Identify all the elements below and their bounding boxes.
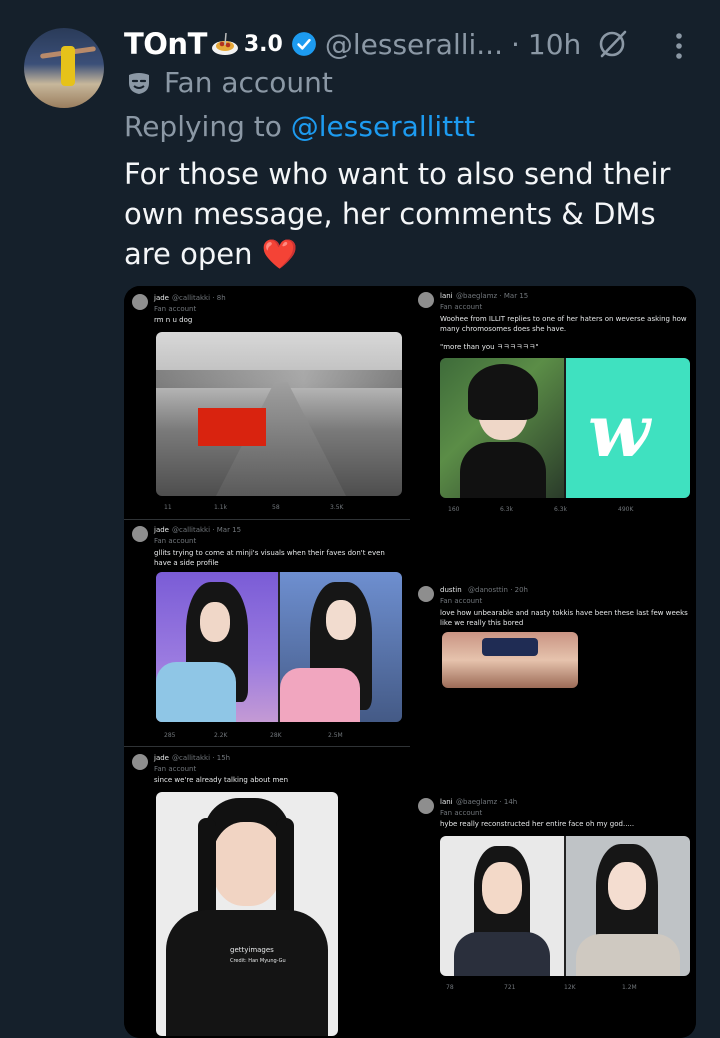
- embedded-name: jade: [154, 294, 169, 302]
- photo-person-right: [280, 572, 402, 722]
- embedded-photo-road: [156, 332, 402, 496]
- display-name[interactable]: TOnT: [124, 27, 207, 61]
- embedded-label: Fan account: [154, 765, 197, 773]
- photo-person-right: [566, 836, 690, 976]
- embedded-photo-pair: w: [440, 358, 690, 498]
- embedded-stat-views: 490K: [618, 506, 634, 513]
- embedded-stat-replies: 11: [164, 504, 172, 511]
- avatar-figure: [61, 46, 75, 86]
- embedded-text: hybe really reconstructed her entire fac…: [440, 820, 635, 828]
- embedded-name: jade: [154, 526, 169, 534]
- embedded-stat-likes: 6.3k: [554, 506, 568, 513]
- mask-icon: [129, 72, 149, 94]
- embedded-text: gllits trying to come at minji's visuals…: [154, 549, 385, 567]
- affiliation-text: Fan account: [164, 66, 333, 99]
- photo-person-left: [440, 836, 564, 976]
- redaction-block: [198, 408, 266, 446]
- weverse-logo: w: [566, 358, 690, 498]
- affiliation-label: Fan account: [126, 66, 333, 99]
- embedded-stat-reposts: 1.1k: [214, 504, 228, 511]
- tweet-text: For those who want to also send their ow…: [124, 154, 704, 274]
- embedded-avatar: [132, 754, 148, 770]
- embedded-text: Woohee from ILLIT replies to one of her …: [440, 315, 687, 333]
- embedded-handle: @callitakki · 15h: [172, 754, 231, 762]
- embedded-stat-views: 3.5K: [330, 504, 344, 511]
- embedded-handle: @callitakki · Mar 15: [172, 526, 242, 534]
- embedded-text: rm n u dog: [154, 316, 193, 324]
- embedded-text: love how unbearable and nasty tokkis hav…: [440, 609, 688, 627]
- embedded-stat-replies: 78: [446, 984, 454, 991]
- embedded-label: Fan account: [440, 597, 483, 605]
- embedded-text: since we're already talking about men: [154, 776, 289, 784]
- embedded-tweet-5: jade @callitakki · 15h Fan account since…: [124, 748, 410, 1038]
- media-collage[interactable]: jade @callitakki · 8h Fan account rm n u…: [124, 286, 696, 1038]
- replying-to: Replying to @lesserallittt: [124, 110, 475, 143]
- embedded-handle: @baeglamz · Mar 15: [456, 292, 529, 300]
- embedded-name: lani: [440, 292, 453, 300]
- version-badge: 3.0: [243, 31, 283, 57]
- embedded-stat-replies: 285: [164, 732, 176, 739]
- divider: [124, 746, 410, 747]
- embedded-stat-views: 1.2M: [622, 984, 637, 991]
- embedded-avatar: [132, 526, 148, 542]
- photo-person-left: [156, 572, 278, 722]
- spaghetti-emoji-icon: [211, 32, 238, 55]
- embedded-tweet-4: dustin @danosttin · 20h Fan account love…: [412, 580, 696, 690]
- embedded-avatar: [418, 798, 434, 814]
- embedded-tweet-3: jade @callitakki · Mar 15 Fan account gl…: [124, 520, 410, 746]
- heart-emoji: ❤️: [261, 237, 298, 271]
- timestamp[interactable]: 10h: [528, 28, 581, 61]
- embedded-avatar: [418, 292, 434, 308]
- embedded-photo-comparison: [440, 836, 690, 976]
- photo-credit: gettyimages: [230, 946, 274, 954]
- replying-handle-link[interactable]: @lesserallittt: [291, 110, 475, 143]
- embedded-name: jade: [154, 754, 169, 762]
- embedded-name: dustin: [440, 586, 462, 594]
- separator-dot: ·: [510, 27, 520, 61]
- avatar[interactable]: [24, 28, 104, 108]
- embedded-stat-reposts: 6.3k: [500, 506, 514, 513]
- embedded-handle: @danosttin · 20h: [468, 586, 528, 594]
- photo-credit-sub: Credit: Han Myung-Gu: [230, 958, 286, 964]
- embedded-label: Fan account: [154, 305, 197, 313]
- grok-icon[interactable]: [596, 27, 630, 61]
- embedded-tweet-2: lani @baeglamz · Mar 15 Fan account Wooh…: [412, 286, 696, 518]
- embedded-name: lani: [440, 798, 453, 806]
- embedded-label: Fan account: [154, 537, 197, 545]
- embedded-stat-reposts: 721: [504, 984, 516, 991]
- embedded-photo-face: [442, 632, 578, 688]
- more-vertical-icon[interactable]: [672, 30, 686, 64]
- embedded-photo-portrait: gettyimages Credit: Han Myung-Gu: [156, 792, 338, 1036]
- embedded-stat-reposts: 2.2K: [214, 732, 228, 739]
- embedded-tweet-6: lani @baeglamz · 14h Fan account hybe re…: [412, 792, 696, 1038]
- tweet-header: TOnT 3.0 @lesseralli... · 10h: [124, 22, 581, 66]
- embedded-handle: @baeglamz · 14h: [456, 798, 518, 806]
- embedded-label: Fan account: [440, 809, 483, 817]
- photo-person-left: [440, 358, 564, 498]
- embedded-stat-likes: 28K: [270, 732, 282, 739]
- user-handle[interactable]: @lesseralli...: [325, 28, 503, 61]
- embedded-stat-views: 2.5M: [328, 732, 343, 739]
- embedded-quote: "more than you ㅋㅋㅋㅋㅋㅋ": [440, 343, 539, 351]
- embedded-photo-pair: [156, 572, 402, 722]
- embedded-stat-replies: 160: [448, 506, 460, 513]
- embedded-avatar: [418, 586, 434, 602]
- embedded-stat-likes: 58: [272, 504, 280, 511]
- embedded-stat-likes: 12K: [564, 984, 576, 991]
- embedded-label: Fan account: [440, 303, 483, 311]
- verified-badge-icon: [291, 32, 316, 56]
- embedded-tweet-1: jade @callitakki · 8h Fan account rm n u…: [124, 286, 410, 518]
- embedded-handle: @callitakki · 8h: [172, 294, 226, 302]
- tweet-text-content: For those who want to also send their ow…: [124, 157, 671, 271]
- replying-prefix: Replying to: [124, 110, 291, 143]
- embedded-avatar: [132, 294, 148, 310]
